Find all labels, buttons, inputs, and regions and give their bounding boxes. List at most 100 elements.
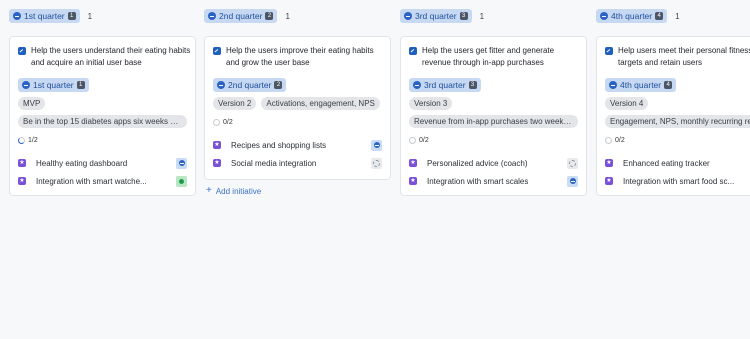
quarter-number-badge: 3	[459, 12, 468, 20]
quarter-pill[interactable]: 3rd quarter 3	[409, 78, 481, 92]
release-tag[interactable]: Version 3	[409, 97, 453, 110]
release-tag[interactable]: Version 2	[213, 97, 257, 110]
quarter-number-badge: 2	[274, 81, 283, 89]
initiative-item[interactable]: Recipes and shopping lists	[213, 136, 382, 154]
initiative-list: Recipes and shopping lists Social media …	[213, 136, 382, 172]
quarter-number-badge: 2	[265, 12, 274, 20]
progress-ring-icon	[213, 119, 220, 126]
progress-text: 0/2	[223, 119, 233, 126]
quarter-status-icon	[404, 12, 412, 20]
initiative-icon	[18, 158, 26, 168]
status-done-icon[interactable]	[176, 175, 187, 187]
initiative-list: Personalized advice (coach) Integration …	[409, 154, 578, 190]
card-title-text: Help the users improve their eating habi…	[226, 46, 374, 67]
quarter-pill[interactable]: 3rd quarter 3	[400, 9, 472, 23]
quarter-number-badge: 4	[655, 12, 664, 20]
initiative-item[interactable]: Integration with smart scales	[409, 172, 578, 190]
progress-ring-icon	[605, 137, 612, 144]
initiative-item[interactable]: Social media integration	[213, 154, 382, 172]
initiative-list: Healthy eating dashboard Integration wit…	[18, 154, 187, 190]
release-tag[interactable]: Version 4	[605, 97, 649, 110]
card-title[interactable]: Help the users improve their eating habi…	[213, 45, 386, 69]
quarter-label: 1st quarter	[24, 11, 65, 21]
column-count: 1	[87, 11, 93, 21]
objective-icon	[213, 47, 221, 55]
initiative-icon	[605, 176, 613, 186]
release-tag[interactable]: MVP	[18, 97, 46, 110]
quarter-pill[interactable]: 4th quarter 4	[596, 9, 668, 23]
quarter-pill[interactable]: 1st quarter 1	[18, 78, 89, 92]
quarter-status-icon	[600, 12, 608, 20]
initiative-label: Recipes and shopping lists	[231, 140, 327, 150]
status-in-progress-icon[interactable]	[567, 175, 578, 187]
status-in-progress-icon[interactable]	[371, 139, 382, 151]
quarter-number-badge: 3	[468, 81, 477, 89]
progress-indicator: 0/2	[213, 119, 233, 126]
quarter-status-icon	[217, 81, 225, 89]
initiative-label: Integration with smart watche...	[36, 176, 147, 186]
quarter-status-icon	[22, 81, 30, 89]
key-result-tag[interactable]: Be in the top 15 diabetes apps six weeks…	[18, 115, 187, 128]
initiative-icon	[409, 158, 417, 168]
progress-ring-icon	[409, 137, 416, 144]
quarter-number-badge: 1	[67, 12, 76, 20]
objective-card[interactable]: Help users meet their personal fitness t…	[596, 36, 750, 196]
initiative-item[interactable]: Integration with smart watche...	[18, 172, 187, 190]
add-initiative-label: Add initiative	[215, 186, 262, 196]
key-result-tag[interactable]: Activations, engagement, NPS	[261, 97, 380, 110]
add-initiative-button[interactable]: + Add initiative	[206, 186, 261, 196]
progress-indicator: 0/2	[409, 137, 429, 144]
initiative-icon	[409, 176, 417, 186]
quarter-number-badge: 1	[76, 81, 85, 89]
quarter-pill[interactable]: 2nd quarter 2	[213, 78, 287, 92]
plus-icon: +	[206, 185, 212, 196]
column-count: 1	[479, 11, 485, 21]
quarter-pill[interactable]: 1st quarter 1	[9, 9, 80, 23]
objective-card[interactable]: Help the users get fitter and generate r…	[400, 36, 587, 196]
initiative-icon	[213, 140, 221, 150]
tag-list: Version 4	[605, 97, 750, 110]
card-title[interactable]: Help users meet their personal fitness t…	[605, 45, 750, 69]
initiative-label: Integration with smart food sc...	[623, 176, 735, 186]
status-not-started-icon[interactable]	[371, 157, 382, 169]
card-title-text: Help the users get fitter and generate r…	[422, 46, 555, 67]
initiative-item[interactable]: Integration with smart food sc...	[605, 172, 750, 190]
progress-ring-icon	[18, 137, 25, 144]
column-q4: 4th quarter 4 1 Help users meet their pe…	[596, 0, 750, 339]
quarter-pill[interactable]: 4th quarter 4	[605, 78, 677, 92]
key-result-tag[interactable]: Revenue from in-app purchases two weeks.…	[409, 115, 578, 128]
objective-icon	[18, 47, 26, 55]
initiative-icon	[18, 176, 26, 186]
quarter-pill[interactable]: 2nd quarter 2	[204, 9, 278, 23]
objective-icon	[605, 47, 613, 55]
initiative-label: Social media integration	[231, 158, 317, 168]
card-title[interactable]: Help the users get fitter and generate r…	[409, 45, 582, 69]
column-count: 1	[675, 11, 680, 21]
initiative-label: Integration with smart scales	[427, 176, 529, 186]
objective-card[interactable]: Help the users understand their eating h…	[9, 36, 196, 196]
quarter-label: 2nd quarter	[228, 80, 272, 90]
card-title[interactable]: Help the users understand their eating h…	[18, 45, 191, 69]
card-title-text: Help users meet their personal fitness t…	[618, 46, 750, 67]
objective-card[interactable]: Help the users improve their eating habi…	[204, 36, 391, 180]
progress-text: 1/2	[28, 137, 38, 144]
quarter-label: 4th quarter	[611, 11, 653, 21]
column-header: 1st quarter 1 1	[9, 9, 92, 23]
quarter-status-icon	[413, 81, 421, 89]
key-result-tag[interactable]: Engagement, NPS, monthly recurring reve.…	[605, 115, 750, 128]
initiative-item[interactable]: Enhanced eating tracker	[605, 154, 750, 172]
quarter-label: 3rd quarter	[415, 11, 457, 21]
quarter-status-icon	[13, 12, 21, 20]
status-not-started-icon[interactable]	[567, 157, 578, 169]
progress-indicator: 0/2	[605, 137, 625, 144]
initiative-label: Healthy eating dashboard	[36, 158, 128, 168]
initiative-item[interactable]: Personalized advice (coach)	[409, 154, 578, 172]
quarter-number-badge: 4	[664, 81, 673, 89]
quarter-label: 2nd quarter	[219, 11, 263, 21]
card-title-text: Help the users understand their eating h…	[31, 46, 191, 67]
initiative-item[interactable]: Healthy eating dashboard	[18, 154, 187, 172]
progress-indicator: 1/2	[18, 137, 38, 144]
quarter-status-icon	[208, 12, 216, 20]
progress-text: 0/2	[419, 137, 429, 144]
status-in-progress-icon[interactable]	[176, 157, 187, 169]
